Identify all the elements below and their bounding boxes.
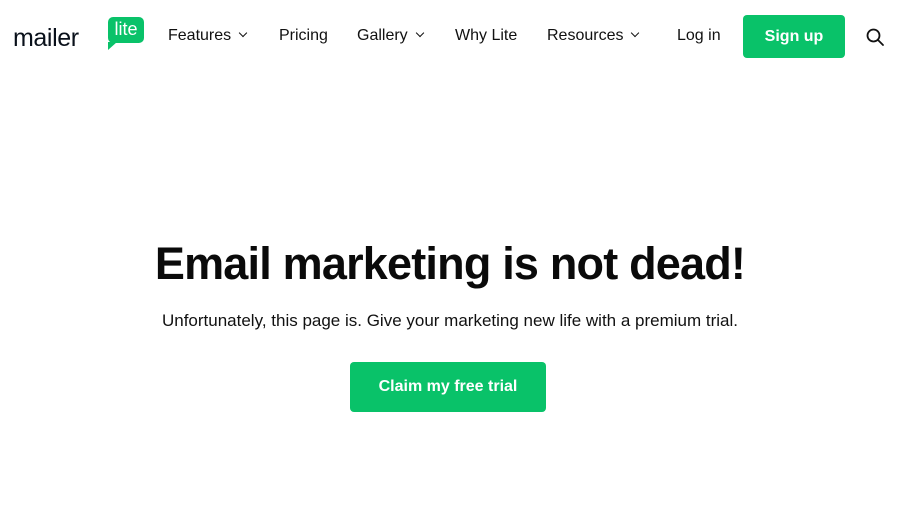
nav-resources[interactable]: Resources [547, 24, 640, 48]
nav-resources-label: Resources [547, 27, 624, 44]
chevron-down-icon [238, 28, 248, 38]
mailerlite-logo[interactable]: mailer lite [13, 17, 144, 52]
login-link[interactable]: Log in [677, 24, 721, 48]
chevron-down-icon [631, 28, 640, 38]
logo-badge: lite [108, 17, 144, 50]
nav-gallery-label: Gallery [357, 27, 408, 44]
claim-free-trial-button[interactable]: Claim my free trial [350, 362, 546, 412]
search-icon[interactable] [865, 27, 885, 47]
nav-gallery[interactable]: Gallery [357, 24, 424, 48]
nav-features[interactable]: Features [168, 24, 248, 48]
chevron-down-icon [415, 28, 424, 38]
page-headline: Email marketing is not dead! [154, 238, 746, 289]
signup-button[interactable]: Sign up [743, 15, 845, 58]
logo-badge-text: lite [114, 19, 138, 39]
nav-features-label: Features [168, 27, 232, 44]
nav-why-lite[interactable]: Why Lite [455, 24, 517, 48]
page-subheadline: Unfortunately, this page is. Give your m… [161, 311, 739, 330]
site-header: mailer lite Features Pricing Gallery Why… [0, 0, 900, 72]
logo-wordmark: mailer [13, 24, 79, 52]
nav-pricing[interactable]: Pricing [279, 24, 328, 48]
